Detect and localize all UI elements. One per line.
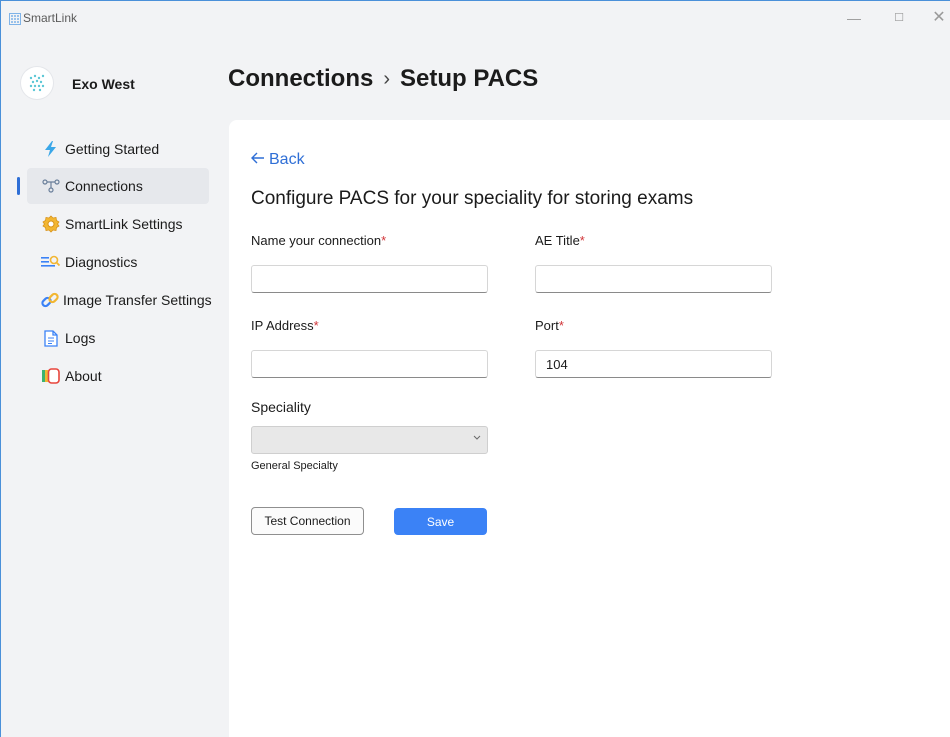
about-icon — [41, 366, 61, 386]
back-arrow-icon — [251, 151, 265, 169]
sidebar-item-image-transfer-settings[interactable]: Image Transfer Settings — [27, 282, 212, 318]
breadcrumb-parent[interactable]: Connections — [228, 65, 373, 93]
required-mark: * — [579, 233, 585, 248]
ae-title-label: AE Title* — [535, 233, 585, 248]
sidebar-item-connections[interactable]: Connections — [27, 168, 209, 204]
sidebar-item-label: About — [65, 368, 102, 384]
sidebar-item-about[interactable]: About — [27, 358, 209, 394]
link-icon — [41, 290, 59, 310]
diagnostics-icon — [41, 252, 61, 272]
speciality-select[interactable] — [251, 426, 488, 454]
sidebar-item-logs[interactable]: Logs — [27, 320, 209, 356]
maximize-button[interactable]: ☐ — [889, 9, 909, 27]
connection-name-label: Name your connection* — [251, 233, 386, 248]
required-mark: * — [381, 233, 387, 248]
smartlink-app-icon — [9, 12, 21, 25]
sidebar-item-label: Connections — [65, 178, 143, 194]
speciality-label: Speciality — [251, 399, 311, 415]
required-mark: * — [558, 318, 564, 333]
required-mark: * — [313, 318, 319, 333]
ae-title-label-text: AE Title — [535, 233, 580, 248]
connection-name-input[interactable] — [251, 265, 488, 293]
app-window: SmartLink — ☐ ✕ Exo West Getting Started — [0, 0, 950, 737]
lightning-icon — [41, 139, 61, 159]
sidebar-item-label: SmartLink Settings — [65, 216, 183, 232]
sidebar-item-diagnostics[interactable]: Diagnostics — [27, 244, 209, 280]
sidebar-item-smartlink-settings[interactable]: SmartLink Settings — [27, 206, 209, 242]
chevron-down-icon — [473, 433, 481, 444]
port-input[interactable] — [535, 350, 772, 378]
sidebar-item-getting-started[interactable]: Getting Started — [27, 131, 209, 167]
save-button[interactable]: Save — [394, 508, 487, 535]
org-name: Exo West — [72, 76, 135, 92]
test-connection-button[interactable]: Test Connection — [251, 507, 364, 535]
ip-address-label-text: IP Address — [251, 318, 314, 333]
form-heading: Configure PACS for your speciality for s… — [251, 188, 694, 209]
active-nav-indicator — [17, 177, 20, 195]
sidebar-item-label: Getting Started — [65, 141, 160, 157]
connection-name-label-text: Name your connection — [251, 233, 382, 248]
port-label-text: Port — [535, 318, 559, 333]
ip-address-input[interactable] — [251, 350, 488, 378]
ae-title-input[interactable] — [535, 265, 772, 293]
breadcrumb-current: Setup PACS — [400, 65, 539, 92]
form-card: Back Configure PACS for your speciality … — [229, 120, 950, 737]
breadcrumb-separator: › — [383, 67, 391, 90]
ip-address-label: IP Address* — [251, 318, 319, 333]
minimize-button[interactable]: — — [844, 9, 864, 27]
document-icon — [41, 328, 61, 348]
page-title: Connections › Setup PACS — [228, 65, 538, 93]
sidebar-item-label: Logs — [65, 330, 96, 346]
title-bar: SmartLink — ☐ ✕ — [1, 1, 950, 35]
sidebar-item-label: Image Transfer Settings — [63, 292, 212, 308]
network-icon — [41, 176, 61, 196]
back-label: Back — [269, 151, 305, 168]
gear-icon — [41, 214, 61, 234]
port-label: Port* — [535, 318, 564, 333]
speciality-caption: General Specialty — [251, 460, 338, 472]
org-logo — [21, 67, 53, 99]
close-button[interactable]: ✕ — [929, 9, 949, 27]
window-title: SmartLink — [23, 11, 78, 25]
sidebar-item-label: Diagnostics — [65, 254, 138, 270]
back-link[interactable]: Back — [251, 151, 305, 169]
